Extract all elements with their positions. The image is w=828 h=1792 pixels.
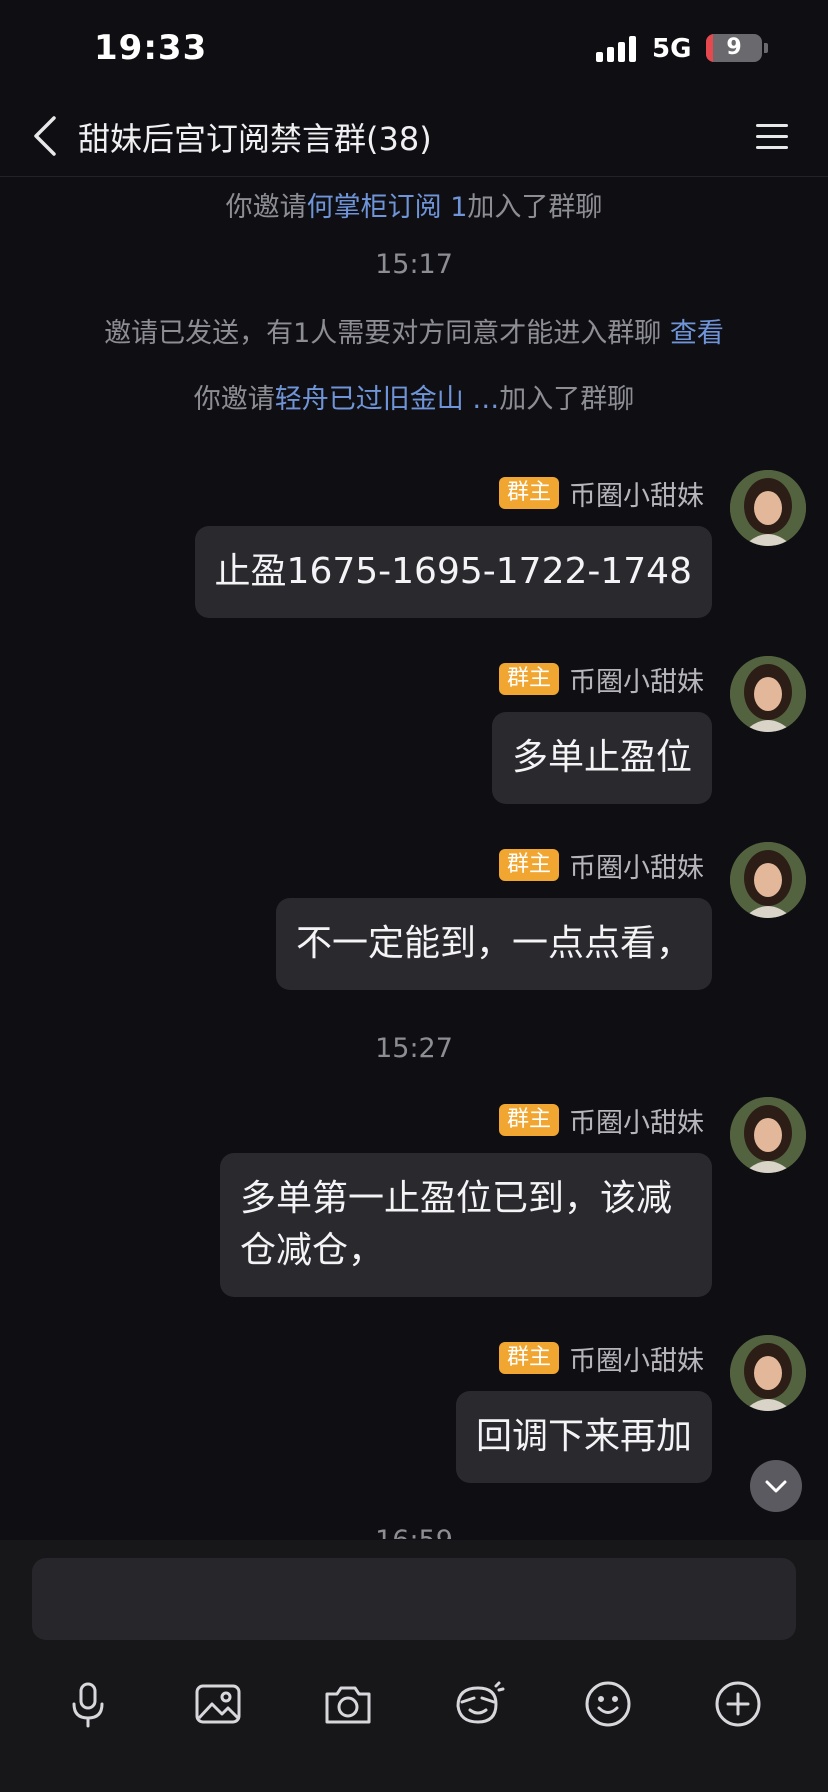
owner-badge: 群主 [498,1342,559,1374]
image-icon[interactable] [190,1676,246,1732]
system-text: 加入了群聊 [499,384,635,415]
timestamp: 15:27 [375,1033,453,1064]
view-link[interactable]: 查看 [670,318,724,349]
message-row: 群主 币圈小甜妹 回调下来再加 [0,1335,828,1483]
owner-badge: 群主 [498,849,559,881]
message-row: 群主 币圈小甜妹 不一定能到，一点点看， [0,842,828,990]
input-toolbar [0,1676,828,1736]
message-bubble[interactable]: 止盈1675-1695-1722-1748 [194,526,712,618]
message-input[interactable] [32,1558,796,1640]
chat-title: 甜妹后宫订阅禁言群(38) [78,120,432,158]
system-text: 你邀请 [225,192,307,223]
system-message: 邀请已发送，有1人需要对方同意才能进入群聊 查看 [0,311,828,350]
timestamp: 16:59 [0,1525,828,1539]
sender-info: 群主 币圈小甜妹 [498,848,704,884]
sender-name: 币圈小甜妹 [569,1345,704,1377]
plus-icon[interactable] [710,1676,766,1732]
chevron-down-icon [765,1480,787,1493]
system-text: 你邀请 [193,384,275,415]
message-row: 群主 币圈小甜妹 多单第一止盈位已到，该减仓减仓， [0,1097,828,1297]
message-bubble[interactable]: 多单止盈位 [491,712,712,804]
camera-icon[interactable] [320,1676,376,1732]
battery-tip [764,43,768,53]
status-bar: 19:33 5G 9 [0,0,828,96]
invitee-link[interactable]: 轻舟已过旧金山 … [275,384,500,415]
sender-info: 群主 币圈小甜妹 [498,476,704,512]
nav-bar: 甜妹后宫订阅禁言群(38) [0,96,828,177]
sender-name: 币圈小甜妹 [569,852,704,884]
back-icon[interactable] [24,112,72,160]
avatar[interactable] [730,1335,806,1411]
owner-badge: 群主 [498,663,559,695]
message-bubble[interactable]: 回调下来再加 [455,1391,712,1483]
owner-badge: 群主 [498,1104,559,1136]
status-time: 19:33 [94,28,208,68]
microphone-icon[interactable] [60,1676,116,1732]
sender-name: 币圈小甜妹 [569,1107,704,1139]
avatar[interactable] [730,656,806,732]
sender-name: 币圈小甜妹 [569,480,704,512]
avatar[interactable] [730,842,806,918]
signal-icon [596,34,640,62]
message-bubble[interactable]: 不一定能到，一点点看， [275,898,712,990]
scroll-down-button[interactable] [750,1460,802,1512]
sender-info: 群主 币圈小甜妹 [498,1103,704,1139]
sender-info: 群主 币圈小甜妹 [498,662,704,698]
chat-area[interactable]: 你邀请何掌柜订阅 1加入了群聊 15:17 邀请已发送，有1人需要对方同意才能进… [0,177,828,1539]
sender-info: 群主 币圈小甜妹 [498,1341,704,1377]
input-area [0,1540,828,1792]
timestamp: 15:17 [375,249,453,280]
owner-badge: 群主 [498,477,559,509]
battery-level: 9 [726,35,742,60]
system-text: 加入了群聊 [467,192,603,223]
network-type: 5G [652,34,692,64]
system-message: 你邀请何掌柜订阅 1加入了群聊 [0,185,828,224]
system-message: 你邀请轻舟已过旧金山 …加入了群聊 [0,377,828,416]
message-bubble[interactable]: 多单第一止盈位已到，该减仓减仓， [220,1153,712,1297]
sticker-icon[interactable] [450,1676,506,1732]
battery-icon: 9 [706,34,762,62]
invitee-link[interactable]: 何掌柜订阅 1 [307,192,468,223]
message-row: 群主 币圈小甜妹 多单止盈位 [0,656,828,804]
avatar[interactable] [730,470,806,546]
emoji-icon[interactable] [580,1676,636,1732]
system-text: 邀请已发送，有1人需要对方同意才能进入群聊 [104,318,670,349]
message-row: 群主 币圈小甜妹 止盈1675-1695-1722-1748 [0,470,828,618]
avatar[interactable] [730,1097,806,1173]
menu-icon[interactable] [752,116,792,156]
sender-name: 币圈小甜妹 [569,666,704,698]
